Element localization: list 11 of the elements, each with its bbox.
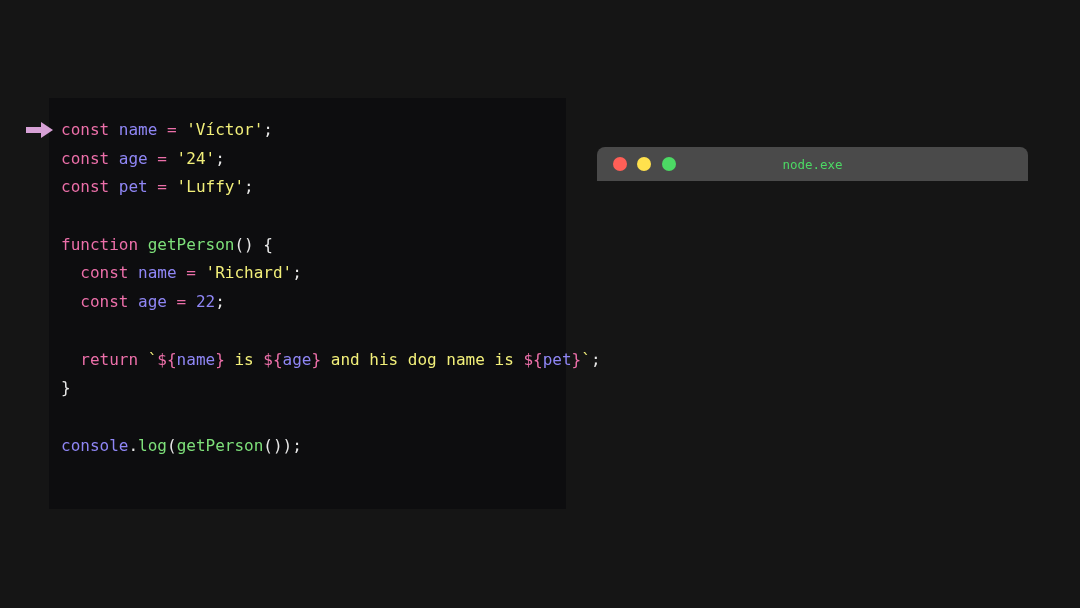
code-line: const name = 'Richard'; (79, 262, 302, 285)
window-title: node.exe (782, 156, 843, 172)
code-line: function getPerson() { (61, 233, 273, 256)
window-controls-icon[interactable] (613, 156, 677, 172)
code-line: } (61, 377, 71, 400)
code-line: console.log(getPerson()); (61, 434, 302, 457)
code-line: const age = 22; (79, 291, 225, 314)
code-line: const pet = 'Luffy'; (61, 176, 254, 199)
code-line: const name = 'Víctor'; (61, 116, 273, 145)
code-line: return `${name} is ${age} and his dog name is ${pet}`; (79, 348, 601, 371)
code-line: const age = '24'; (61, 147, 225, 170)
